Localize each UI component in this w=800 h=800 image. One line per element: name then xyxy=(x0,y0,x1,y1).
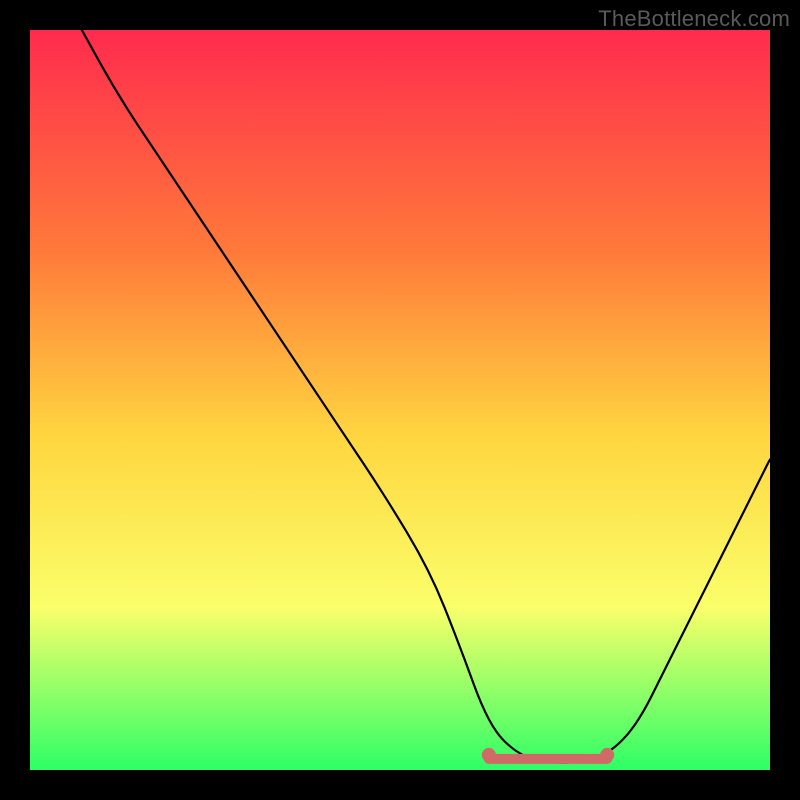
plot-area xyxy=(30,30,770,770)
gradient-background xyxy=(30,30,770,770)
optimal-range-end-dot xyxy=(600,748,614,762)
optimal-range-start-dot xyxy=(482,748,496,762)
plot-svg xyxy=(30,30,770,770)
chart-frame: TheBottleneck.com xyxy=(0,0,800,800)
watermark-text: TheBottleneck.com xyxy=(598,6,790,32)
